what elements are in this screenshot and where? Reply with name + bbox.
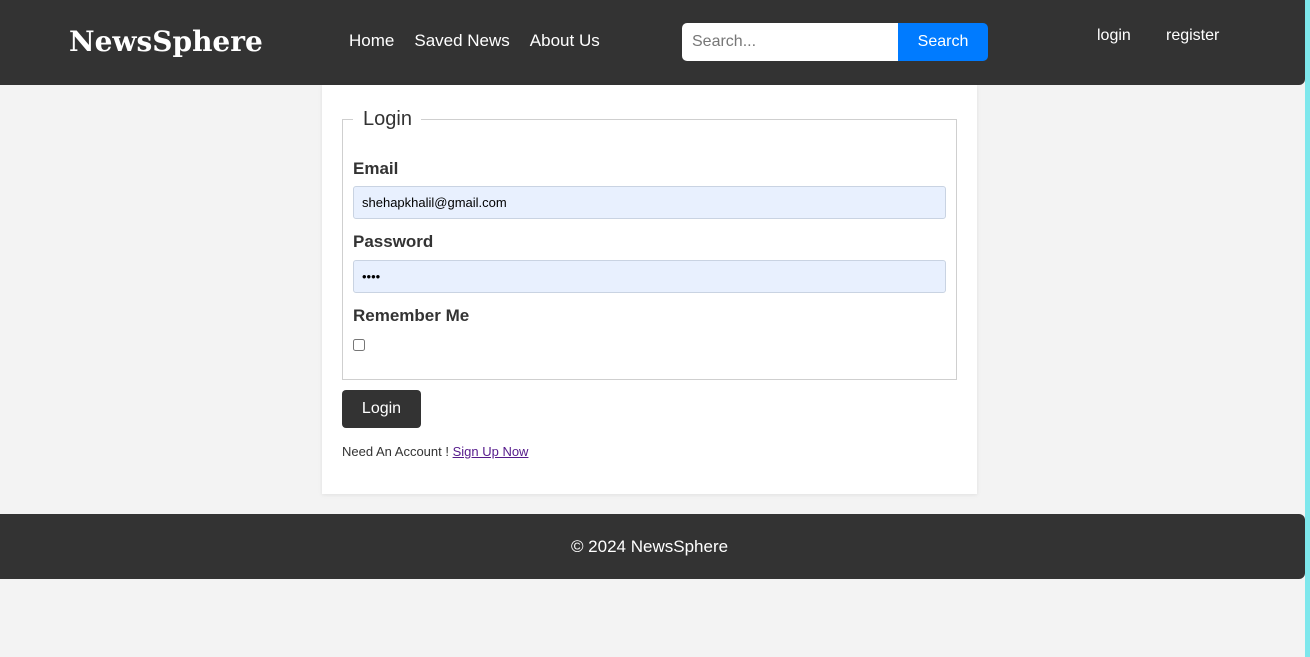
- site-footer: © 2024 NewsSphere: [0, 514, 1305, 579]
- footer-copyright: © 2024 NewsSphere: [570, 536, 729, 556]
- register-link[interactable]: register: [1166, 26, 1219, 46]
- email-field[interactable]: [353, 186, 946, 219]
- password-label: Password: [353, 232, 434, 251]
- site-header: NewsSphere Home Saved News About Us Sear…: [0, 0, 1305, 85]
- login-fieldset: Login: [342, 107, 957, 380]
- site-logo[interactable]: NewsSphere: [69, 22, 263, 62]
- login-legend: Login: [363, 108, 412, 130]
- main-nav: Home Saved News About Us: [349, 30, 600, 52]
- search-button[interactable]: Search: [898, 23, 988, 61]
- nav-home[interactable]: Home: [349, 30, 394, 52]
- login-card: Login Email Password Remember Me Login N…: [322, 85, 977, 494]
- login-link[interactable]: login: [1097, 26, 1131, 46]
- login-submit-button[interactable]: Login: [342, 390, 421, 428]
- nav-about-us[interactable]: About Us: [530, 30, 600, 52]
- password-field[interactable]: [353, 260, 946, 293]
- email-label: Email: [353, 159, 399, 178]
- sign-up-link[interactable]: Sign Up Now: [453, 444, 529, 459]
- signup-prompt: Need An Account ! Sign Up Now: [342, 444, 528, 459]
- remember-me-label: Remember Me: [353, 306, 470, 325]
- nav-saved-news[interactable]: Saved News: [414, 30, 509, 52]
- search-input[interactable]: [682, 23, 898, 61]
- remember-me-checkbox[interactable]: [353, 339, 365, 351]
- window-edge-strip: [1305, 0, 1310, 657]
- account-prompt-text: Need An Account !: [342, 444, 453, 459]
